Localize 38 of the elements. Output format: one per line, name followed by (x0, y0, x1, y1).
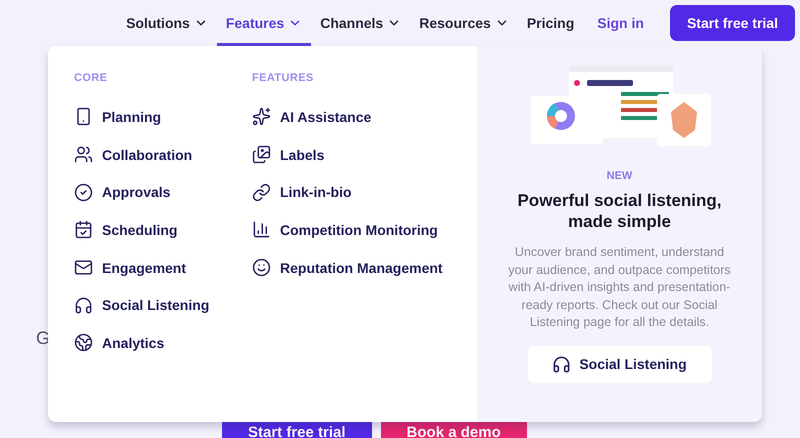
menu-item[interactable]: Link-in-bio (252, 173, 462, 212)
menu-item[interactable]: Labels (252, 136, 462, 174)
menu-item[interactable]: Reputation Management (252, 248, 462, 286)
smile-icon (252, 258, 271, 278)
menu-item[interactable]: Analytics (74, 324, 252, 362)
sparkles-icon (252, 107, 271, 126)
menu-item[interactable]: Scheduling (74, 211, 252, 249)
nav-link[interactable]: Resources (410, 0, 518, 46)
promo-text: Uncover brand sentiment, understand your audience, and outpace competitors with AI-driven insights and presentation-ready reports. Check out our Social Listening page for all the details. (508, 244, 732, 331)
chart-icon (252, 220, 271, 240)
menu-item[interactable]: Social Listening (74, 286, 252, 324)
check-circle-icon (74, 182, 93, 202)
section-heading: CORE (74, 72, 108, 84)
nav-link[interactable]: Solutions (117, 0, 217, 46)
mail-icon (74, 258, 93, 278)
menu-item[interactable]: Collaboration (74, 136, 252, 174)
images-icon (252, 145, 271, 164)
calendar-icon (74, 220, 93, 240)
start-trial-button[interactable]: Start free trial (670, 5, 795, 41)
phone-icon (74, 107, 93, 126)
new-label: NEW (606, 170, 632, 182)
headphones-icon (552, 354, 572, 374)
link-icon (252, 182, 271, 202)
promo-title: Powerful social listening, made simple (516, 190, 723, 232)
hero-heading: G (36, 328, 50, 348)
menu-item[interactable]: Competition Monitoring (252, 211, 462, 249)
menu-item[interactable]: Planning (74, 98, 252, 136)
globe-icon (74, 333, 93, 352)
sign-in-link[interactable]: Sign in (583, 15, 670, 31)
users-icon (74, 145, 93, 164)
menu-item[interactable]: AI Assistance (252, 98, 462, 136)
menu-item[interactable]: Engagement (74, 248, 252, 286)
nav-link[interactable]: Channels (311, 0, 410, 46)
section-heading: FEATURES (252, 72, 315, 84)
social-listening-button[interactable]: Social Listening (528, 346, 712, 382)
nav-link[interactable]: Pricing (518, 0, 584, 46)
menu-item[interactable]: Approvals (74, 173, 252, 212)
headphones-icon (74, 296, 93, 315)
